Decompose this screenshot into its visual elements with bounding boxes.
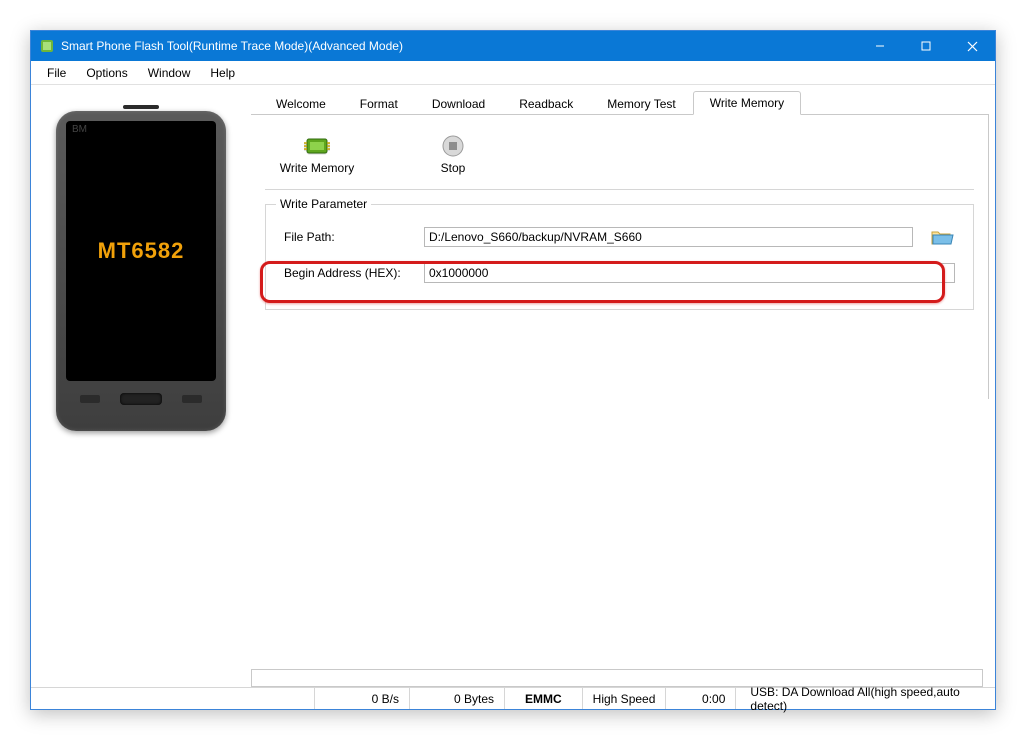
tab-format[interactable]: Format <box>343 92 415 115</box>
content-panel: Welcome Format Download Readback Memory … <box>251 85 995 687</box>
tab-memory-test[interactable]: Memory Test <box>590 92 692 115</box>
file-path-row: File Path: <box>284 227 955 247</box>
phone-screen: BM MT6582 <box>66 121 216 381</box>
phone-back-button <box>80 395 100 403</box>
maximize-button[interactable] <box>903 31 949 61</box>
phone-home-button <box>120 393 162 405</box>
status-rate: 0 B/s <box>315 688 410 709</box>
browse-folder-icon[interactable] <box>929 227 955 247</box>
status-bytes: 0 Bytes <box>410 688 505 709</box>
tab-write-memory[interactable]: Write Memory <box>693 91 801 115</box>
application-window: Smart Phone Flash Tool(Runtime Trace Mod… <box>30 30 996 710</box>
status-spacer <box>31 688 315 709</box>
titlebar: Smart Phone Flash Tool(Runtime Trace Mod… <box>31 31 995 61</box>
phone-buttons <box>66 393 216 405</box>
write-memory-label: Write Memory <box>280 161 354 175</box>
tab-content: Write Memory Stop Write Par <box>251 115 989 399</box>
begin-address-label: Begin Address (HEX): <box>284 266 424 280</box>
tab-download[interactable]: Download <box>415 92 502 115</box>
window-title: Smart Phone Flash Tool(Runtime Trace Mod… <box>61 39 987 53</box>
phone-speaker <box>123 105 159 109</box>
status-speed: High Speed <box>583 688 667 709</box>
phone-bm-label: BM <box>72 124 87 135</box>
menu-options[interactable]: Options <box>76 63 137 83</box>
device-panel: BM MT6582 <box>31 85 251 687</box>
begin-address-row: Begin Address (HEX): <box>284 263 955 283</box>
group-legend: Write Parameter <box>276 197 371 211</box>
chip-icon <box>304 135 330 157</box>
toolbar: Write Memory Stop <box>265 129 974 190</box>
write-memory-button[interactable]: Write Memory <box>275 135 359 175</box>
window-controls <box>857 31 995 61</box>
phone-menu-button <box>182 395 202 403</box>
statusbar: 0 B/s 0 Bytes EMMC High Speed 0:00 USB: … <box>31 687 995 709</box>
app-icon <box>39 38 55 54</box>
tab-readback[interactable]: Readback <box>502 92 590 115</box>
menu-help[interactable]: Help <box>200 63 245 83</box>
begin-address-input[interactable] <box>424 263 955 283</box>
status-storage: EMMC <box>505 688 583 709</box>
menu-file[interactable]: File <box>37 63 76 83</box>
file-path-input[interactable] <box>424 227 913 247</box>
write-parameter-group: Write Parameter File Path: Begin Addre <box>265 204 974 310</box>
close-button[interactable] <box>949 31 995 61</box>
status-usb: USB: DA Download All(high speed,auto det… <box>736 688 995 709</box>
tab-bar: Welcome Format Download Readback Memory … <box>251 91 989 115</box>
status-time: 0:00 <box>666 688 736 709</box>
chip-label: MT6582 <box>98 238 185 264</box>
workspace: BM MT6582 Welcome Format Download Readba… <box>31 85 995 687</box>
tab-welcome[interactable]: Welcome <box>259 92 343 115</box>
phone-mockup: BM MT6582 <box>56 111 226 431</box>
stop-icon <box>440 135 466 157</box>
stop-button[interactable]: Stop <box>411 135 495 175</box>
menubar: File Options Window Help <box>31 61 995 85</box>
stop-label: Stop <box>441 161 466 175</box>
minimize-button[interactable] <box>857 31 903 61</box>
file-path-label: File Path: <box>284 230 424 244</box>
menu-window[interactable]: Window <box>138 63 201 83</box>
